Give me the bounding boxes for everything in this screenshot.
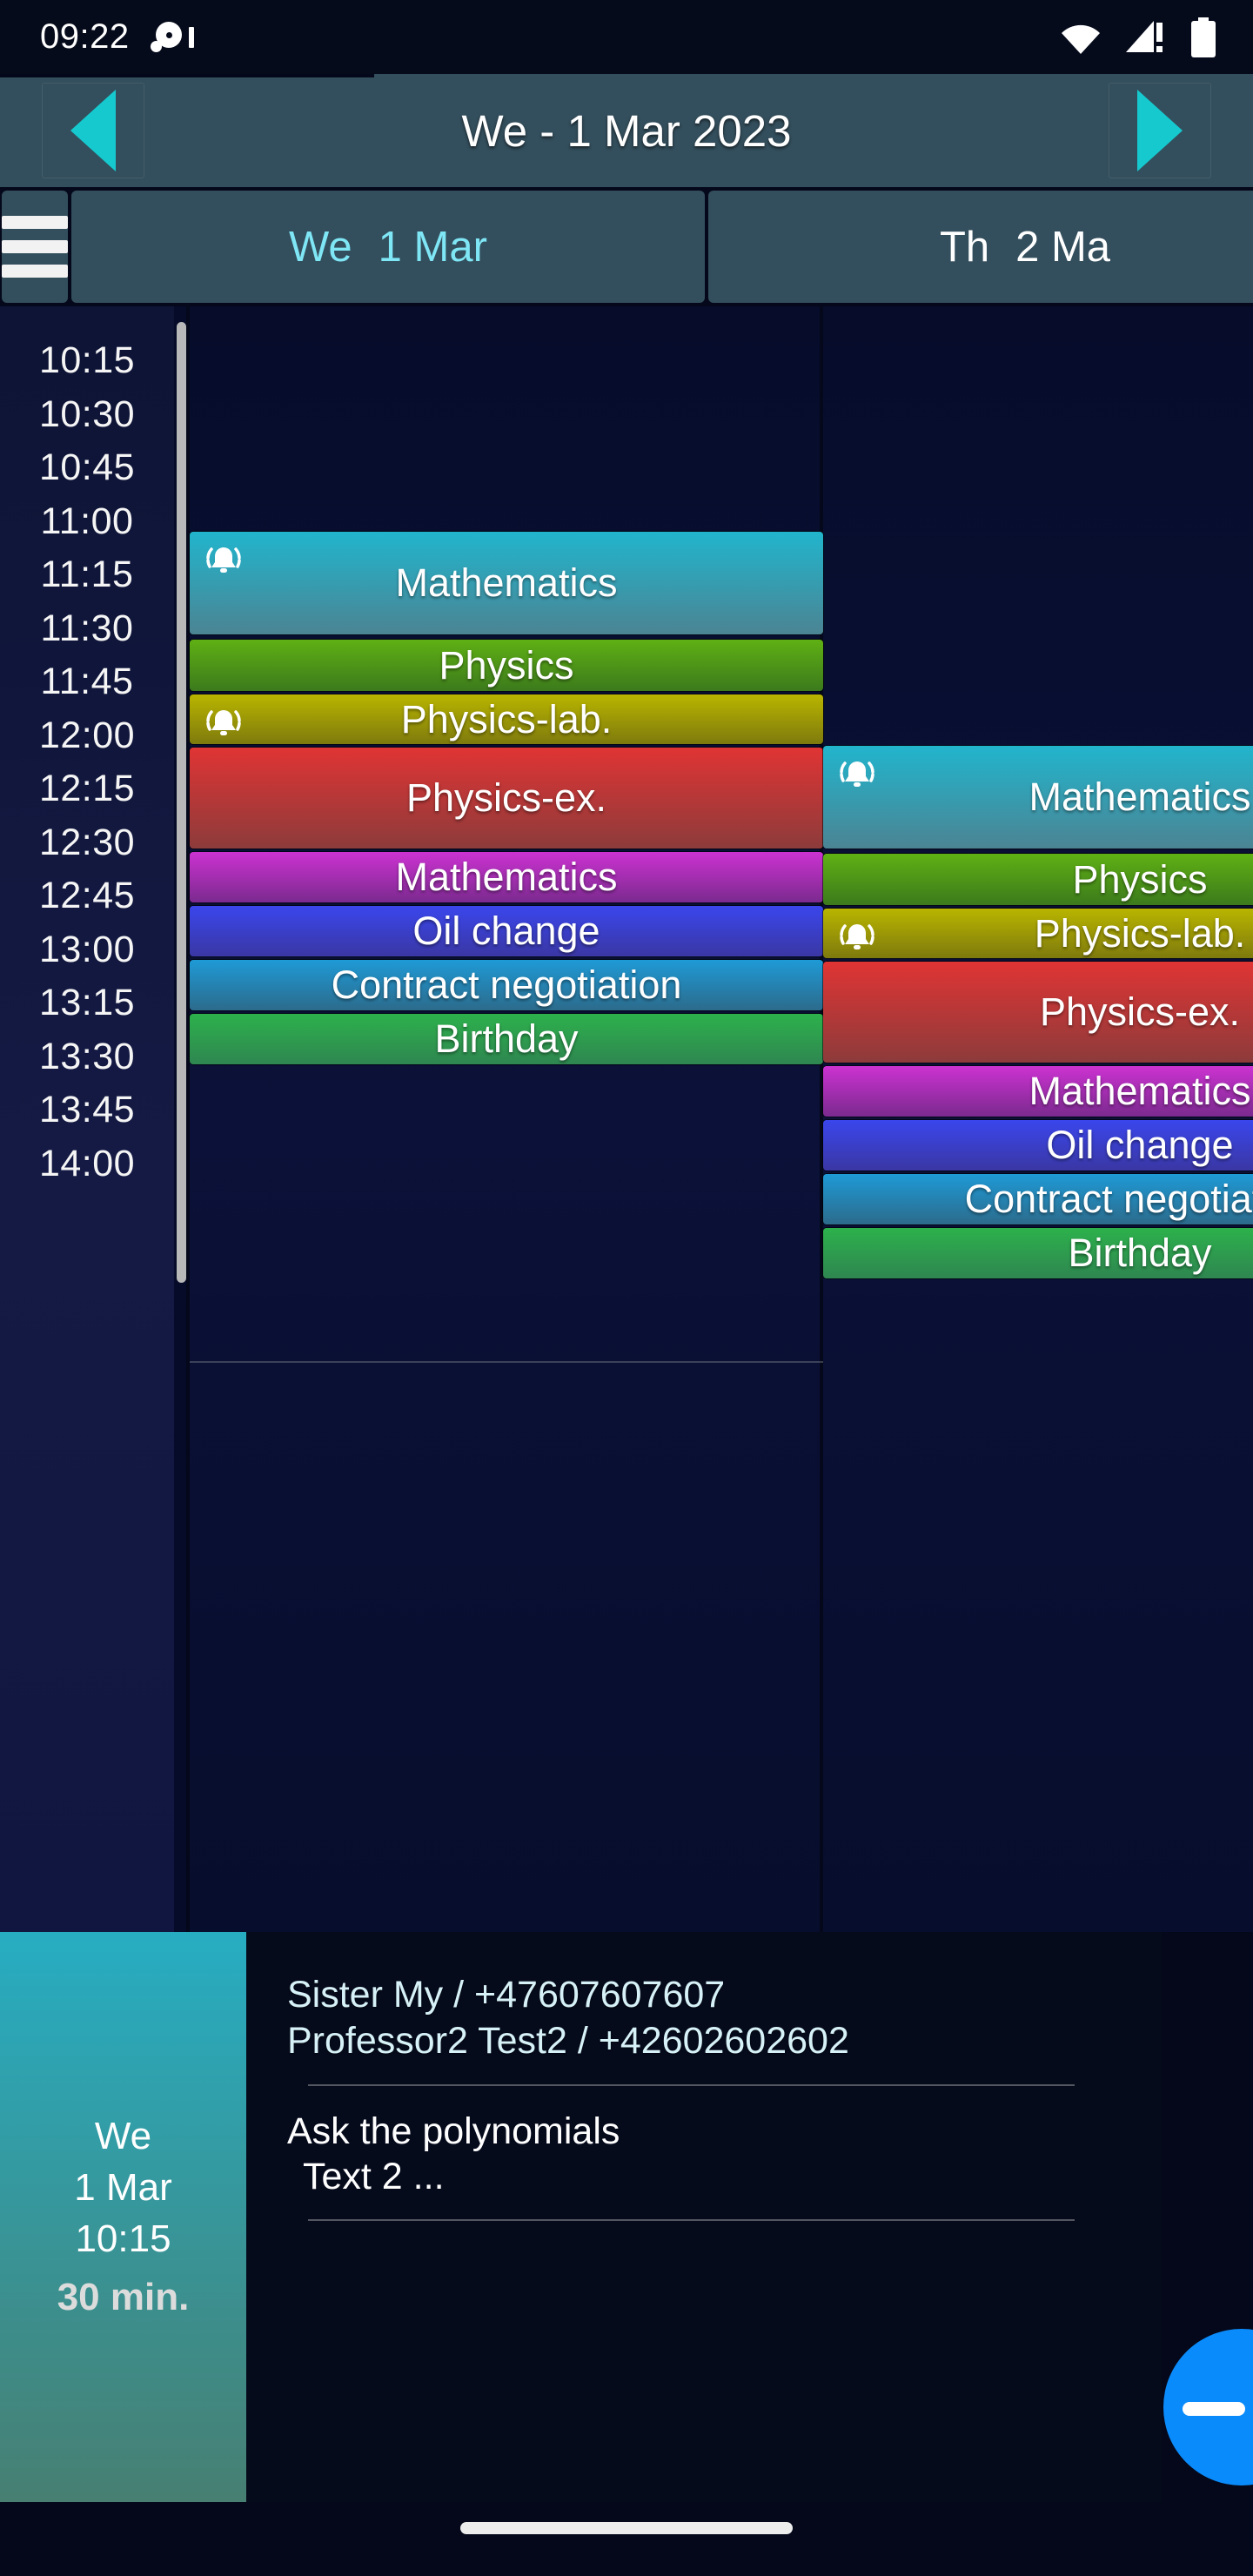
hour-gridline (190, 1361, 823, 1363)
event-title: Mathematics (1029, 1069, 1251, 1113)
event-title: Mathematics (1029, 775, 1251, 819)
detail-note-2: Text 2 ... (303, 2156, 445, 2198)
time-label: 11:00 (40, 500, 134, 542)
time-label: 10:30 (38, 392, 136, 435)
status-bar-left-icons (149, 20, 194, 55)
detail-divider-top (308, 2083, 1075, 2086)
add-event-fab[interactable] (1163, 2329, 1253, 2485)
day-column-header-th-2-mar[interactable]: Th 2 Ma (708, 191, 1253, 303)
day-of-week-label: We (289, 223, 352, 271)
day-column-header-we-1-mar[interactable]: We 1 Mar (71, 191, 705, 303)
page-title: We - 1 Mar 2023 (461, 105, 792, 156)
event-title: Physics-lab. (1034, 910, 1246, 956)
time-label: 13:15 (38, 982, 136, 1023)
calendar-event[interactable]: Physics (823, 854, 1253, 905)
event-detail-body: Sister My / +47607607607 Professor2 Test… (246, 1932, 1162, 2502)
calendar-event[interactable]: Physics-lab. (190, 694, 823, 744)
time-label: 10:15 (38, 339, 136, 381)
event-title: Physics (1072, 856, 1208, 902)
event-title: Contract negotiation (331, 963, 682, 1007)
calendar-event[interactable]: Birthday (190, 1014, 823, 1064)
time-label: 13:45 (38, 1089, 136, 1130)
detail-start-time: 10:15 (75, 2217, 171, 2260)
event-title: Physics-lab. (400, 696, 613, 741)
app-toolbar: We - 1 Mar 2023 (0, 74, 1253, 187)
time-label: 10:45 (38, 446, 136, 488)
calendar-event[interactable]: Oil change (190, 906, 823, 956)
day-of-week-label: Th (939, 223, 990, 271)
alarm-bell-icon (202, 540, 245, 579)
status-bar: 09:22 (0, 0, 1253, 74)
triangle-right-icon (1137, 90, 1183, 171)
alarm-bell-icon (202, 703, 245, 741)
calendar-grid[interactable]: 10:15 10:30 10:45 11:00 11:15 11:30 11:45 12:00… (0, 306, 1253, 1932)
detail-contact-1: Sister My / +47607607607 (287, 1974, 726, 2016)
time-label: 12:30 (38, 821, 136, 863)
event-title: Mathematics (395, 560, 618, 605)
time-label: 11:15 (40, 553, 134, 595)
event-title: Physics (439, 642, 574, 688)
disc-icon (149, 20, 184, 55)
wifi-icon (1060, 19, 1102, 56)
detail-note-1: Ask the polynomials (287, 2110, 620, 2152)
day-date-label: 1 Mar (378, 223, 487, 271)
status-bar-right-icons (1060, 17, 1218, 57)
event-title: Physics-ex. (405, 775, 607, 820)
event-title: Oil change (412, 909, 600, 953)
calendar-event[interactable]: Mathematics (823, 1066, 1253, 1117)
next-day-button[interactable] (1109, 83, 1211, 178)
alarm-bell-icon (835, 755, 879, 793)
calendar-event[interactable]: Birthday (823, 1228, 1253, 1278)
time-label: 13:00 (38, 928, 136, 970)
battery-icon (1189, 17, 1218, 57)
calendar-event[interactable]: Physics (190, 640, 823, 691)
detail-divider-bottom (308, 2218, 1075, 2221)
time-gutter: 10:15 10:30 10:45 11:00 11:15 11:30 11:45 12:00… (0, 306, 174, 1932)
exclamation-icon (188, 26, 194, 48)
status-clock: 09:22 (40, 17, 130, 56)
event-title: Mathematics (395, 855, 618, 899)
event-title: Birthday (1068, 1231, 1212, 1275)
event-detail-date-block: We 1 Mar 10:15 30 min. (0, 1932, 246, 2502)
event-title: Oil change (1046, 1123, 1234, 1167)
event-title: Birthday (434, 1016, 579, 1061)
time-label: 11:30 (40, 607, 134, 649)
cellular-signal-warning-icon (1124, 19, 1166, 56)
hamburger-menu-icon (2, 216, 68, 278)
detail-contact-2: Professor2 Test2 / +42602602602 (287, 2020, 849, 2063)
event-title: Physics-ex. (1039, 989, 1241, 1034)
calendar-event[interactable]: Contract negotiation (190, 960, 823, 1010)
time-label: 13:30 (38, 1035, 136, 1077)
calendar-event[interactable]: Physics-ex. (190, 748, 823, 849)
day-date-label: 2 Ma (1015, 223, 1111, 271)
menu-button[interactable] (2, 191, 68, 303)
event-title: Contract negotiation (964, 1177, 1253, 1221)
calendar-event[interactable]: Physics-lab. (823, 909, 1253, 958)
event-detail-panel[interactable]: We 1 Mar 10:15 30 min. Sister My / +4760… (0, 1932, 1162, 2502)
triangle-left-icon (70, 90, 116, 171)
add-event-icon (1183, 2402, 1245, 2416)
calendar-event[interactable]: Contract negotiation (823, 1174, 1253, 1224)
calendar-event[interactable]: Mathematics (190, 532, 823, 634)
home-indicator[interactable] (460, 2522, 793, 2534)
calendar-event[interactable]: Oil change (823, 1120, 1253, 1171)
calendar-event[interactable]: Mathematics (823, 746, 1253, 849)
time-label: 11:45 (40, 661, 134, 702)
calendar-event[interactable]: Mathematics (190, 852, 823, 902)
time-label: 12:45 (38, 875, 136, 916)
time-label: 12:00 (38, 714, 136, 756)
alarm-bell-icon (835, 917, 879, 956)
calendar-event[interactable]: Physics-ex. (823, 962, 1253, 1063)
day-header-row: We 1 Mar Th 2 Ma (0, 189, 1253, 306)
previous-day-button[interactable] (42, 83, 144, 178)
vertical-scrollbar[interactable] (177, 322, 186, 1283)
time-label: 14:00 (38, 1142, 136, 1184)
detail-day-of-week: We (94, 2115, 152, 2157)
time-label: 12:15 (38, 768, 136, 809)
detail-date: 1 Mar (74, 2166, 172, 2209)
detail-duration: 30 min. (57, 2276, 190, 2318)
